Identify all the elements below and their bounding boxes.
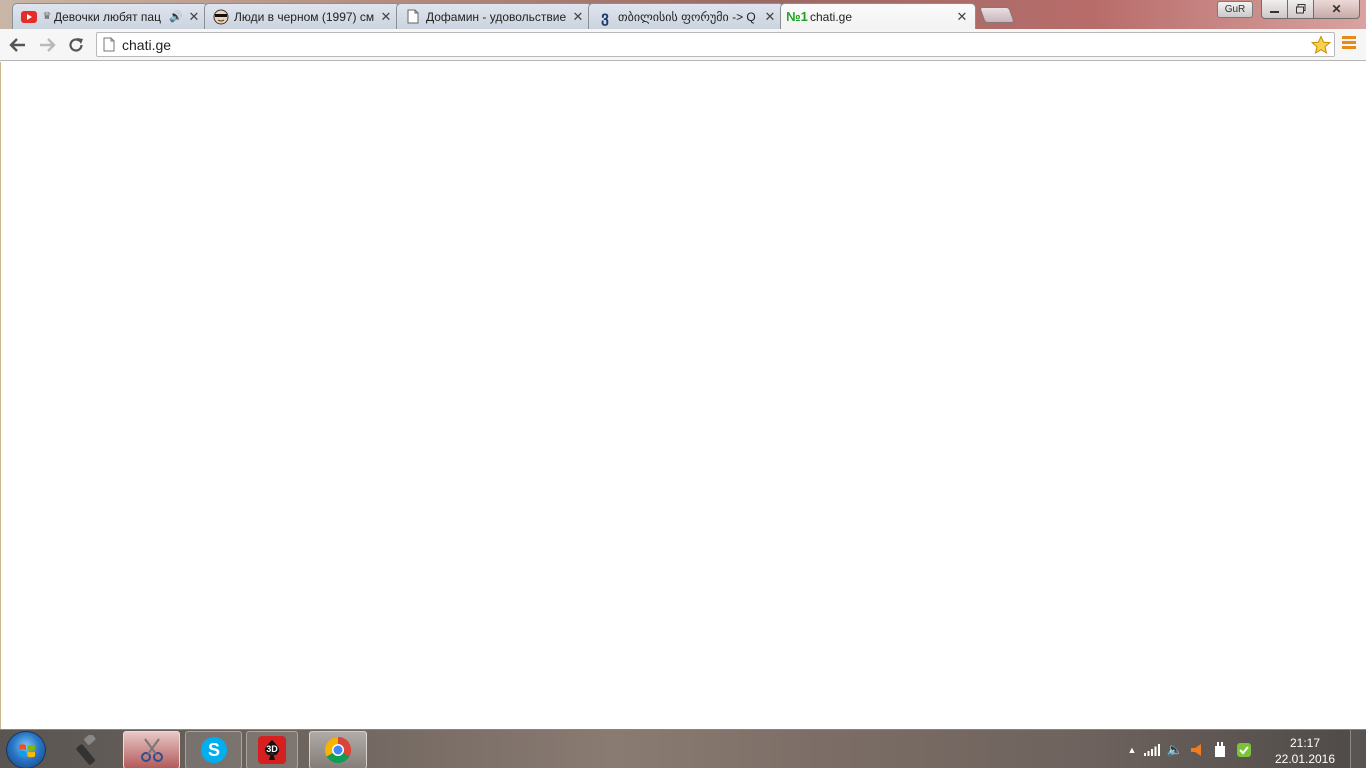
svg-text:3D: 3D — [266, 744, 278, 754]
hamburger-icon — [1342, 36, 1356, 39]
windows-taskbar: S 3D ▲ 🔈 21:17 22.01.2016 — [0, 729, 1366, 768]
tab-strip: ♛ Девочки любят пац 🔊 ✕ Люди в черном (1… — [12, 3, 976, 29]
signal-strength-icon[interactable] — [1140, 743, 1164, 756]
tab-title: Девочки любят пац — [54, 9, 161, 24]
reload-icon — [69, 38, 83, 52]
skype-icon: S — [200, 737, 227, 763]
volume-icon[interactable]: 🔈 — [1164, 742, 1186, 758]
tab-5-active[interactable]: №1 chati.ge ✕ — [780, 3, 976, 29]
chrome-menu-button[interactable] — [1342, 36, 1358, 54]
new-tab-button[interactable] — [979, 7, 1015, 23]
address-bar[interactable]: chati.ge — [96, 32, 1335, 57]
restore-button[interactable] — [1288, 0, 1314, 19]
crown-icon: ♛ — [42, 11, 52, 22]
clock-date: 22.01.2016 — [1274, 752, 1336, 766]
system-clock[interactable]: 21:17 22.01.2016 — [1270, 735, 1340, 767]
flashlight-icon — [75, 735, 95, 765]
taskbar-app-skype[interactable]: S — [185, 731, 242, 768]
close-tab-icon[interactable]: ✕ — [955, 9, 969, 24]
reload-button[interactable] — [64, 33, 88, 57]
back-button[interactable] — [6, 33, 30, 57]
arrow-right-icon — [40, 38, 56, 52]
close-tab-icon[interactable]: ✕ — [571, 9, 585, 24]
youtube-icon — [21, 9, 37, 25]
tab-3[interactable]: Дофамин - удовольствие ✕ — [396, 3, 592, 29]
speaker-warning-icon[interactable] — [1186, 743, 1208, 757]
taskbar-app-flashlight[interactable] — [62, 731, 119, 768]
chati-icon: №1 — [786, 9, 808, 24]
tab-title: Дофамин - удовольствие — [426, 9, 567, 24]
security-shield-icon[interactable] — [1232, 742, 1256, 758]
page-content-area[interactable] — [0, 62, 1366, 729]
tab-4[interactable]: ვ თბილისის ფორუმი -> Q ✕ — [588, 3, 784, 29]
scissors-icon — [140, 738, 163, 762]
show-hidden-icons-icon[interactable]: ▲ — [1124, 745, 1140, 755]
url-text[interactable]: chati.ge — [122, 37, 171, 53]
taskbar-app-scissors[interactable] — [123, 731, 180, 768]
system-tray: ▲ 🔈 — [1124, 730, 1256, 768]
poker-icon: 3D — [258, 736, 286, 764]
profile-badge[interactable]: GuR — [1217, 1, 1253, 18]
movie-face-icon — [213, 9, 229, 25]
close-tab-icon[interactable]: ✕ — [379, 9, 393, 24]
close-window-button[interactable]: ✕ — [1314, 0, 1360, 19]
svg-text:S: S — [207, 740, 219, 760]
windows-logo-icon — [19, 744, 35, 758]
taskbar-app-poker[interactable]: 3D — [246, 731, 298, 768]
minimize-button[interactable] — [1261, 0, 1288, 19]
tab-1[interactable]: ♛ Девочки любят пац 🔊 ✕ — [12, 3, 208, 29]
start-button[interactable] — [6, 731, 46, 768]
page-icon — [103, 37, 115, 57]
arrow-left-icon — [9, 38, 25, 52]
page-icon — [405, 9, 421, 25]
restore-icon — [1295, 4, 1305, 14]
close-tab-icon[interactable]: ✕ — [763, 9, 777, 24]
browser-toolbar: chati.ge — [0, 29, 1366, 61]
clock-time: 21:17 — [1289, 736, 1321, 750]
minimize-icon — [1270, 11, 1279, 13]
close-icon: ✕ — [1331, 2, 1342, 16]
bookmark-star-icon[interactable] — [1310, 35, 1332, 60]
close-tab-icon[interactable]: ✕ — [187, 9, 201, 24]
forward-button[interactable] — [35, 33, 59, 57]
tab-title: თბილისის ფორუმი -> Q — [618, 9, 756, 24]
audio-playing-icon[interactable]: 🔊 — [169, 10, 183, 23]
tab-2[interactable]: Люди в черном (1997) см ✕ — [204, 3, 400, 29]
window-controls: ✕ — [1261, 0, 1360, 20]
forum-icon: ვ — [601, 8, 609, 26]
tab-title: Люди в черном (1997) см — [234, 9, 375, 24]
chrome-icon — [324, 736, 352, 764]
power-plug-icon[interactable] — [1208, 741, 1232, 758]
taskbar-app-chrome[interactable] — [309, 731, 367, 768]
title-bar: ♛ Девочки любят пац 🔊 ✕ Люди в черном (1… — [0, 0, 1366, 29]
show-desktop-button[interactable] — [1350, 730, 1366, 768]
tab-title: chati.ge — [810, 9, 853, 24]
